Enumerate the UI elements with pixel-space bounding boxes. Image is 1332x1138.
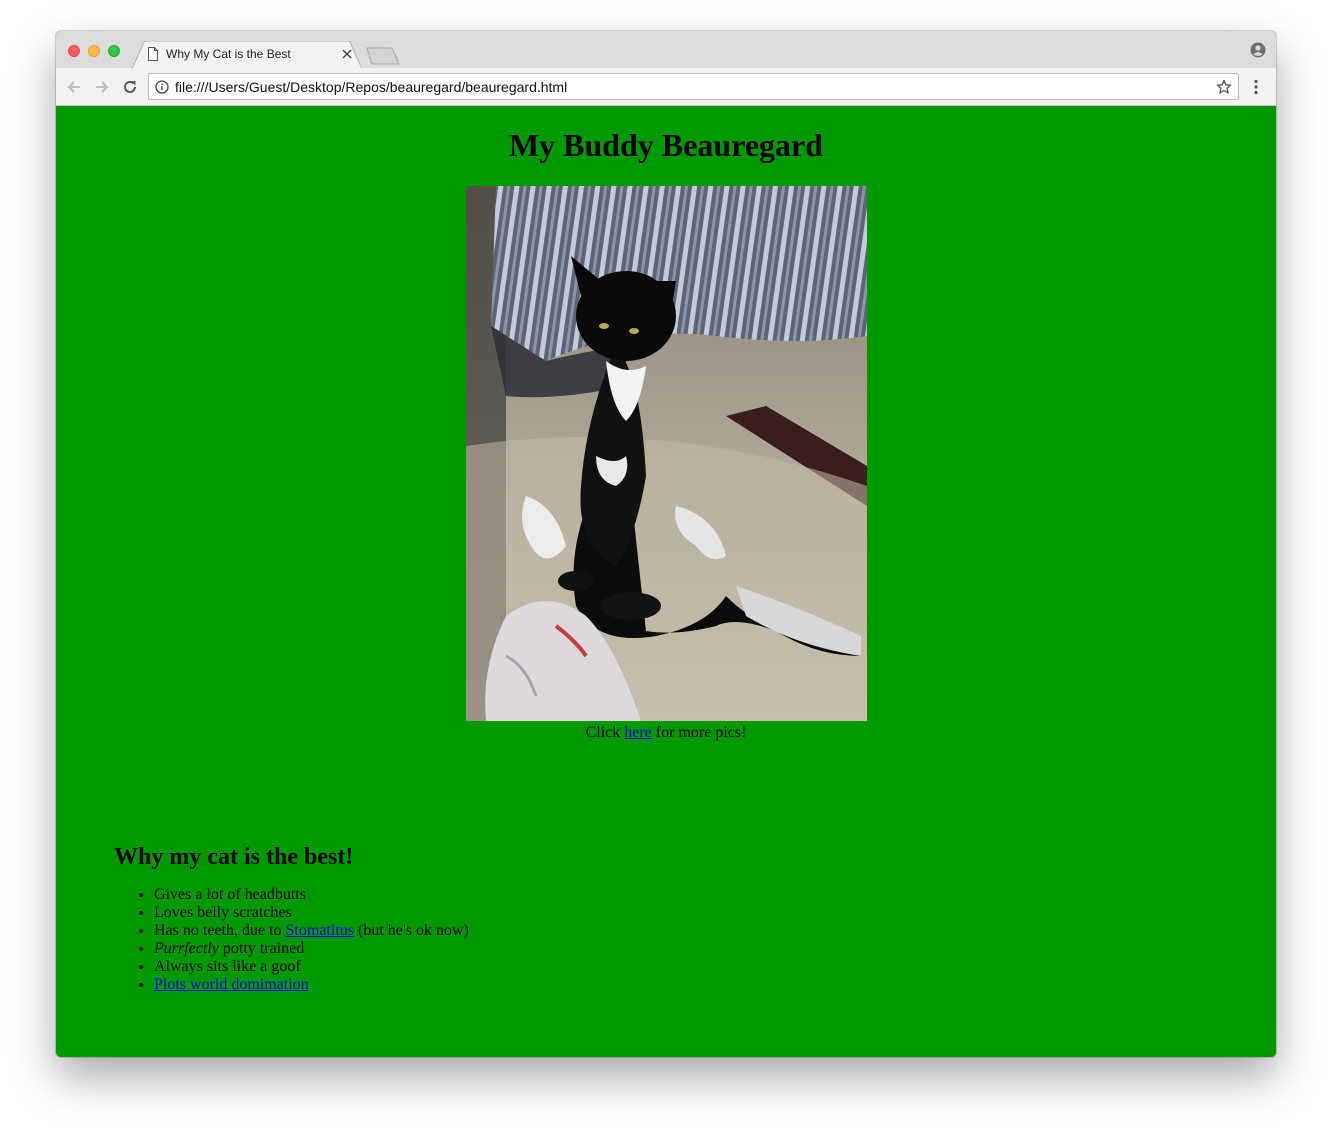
page-content: My Buddy Beauregard Click here for more … — [56, 106, 1276, 1057]
reload-icon[interactable] — [121, 78, 139, 96]
list-item: Plots world domimation — [154, 976, 469, 994]
list-item: Loves belly scratches — [154, 904, 469, 922]
list-item: Gives a lot of headbutts — [154, 886, 469, 904]
caption-text-after: for more pics! — [651, 724, 747, 741]
reason-text-after: potty trained — [218, 940, 305, 957]
tab-active[interactable]: Why My Cat is the Best — [132, 41, 362, 69]
page-title: My Buddy Beauregard — [508, 127, 824, 163]
profile-icon[interactable] — [1250, 42, 1266, 58]
list-item: Purrfectly potty trained — [154, 940, 469, 958]
reason-text-before: Has no teeth, due to — [154, 922, 286, 939]
tab-title: Why My Cat is the Best — [166, 47, 291, 61]
close-window-button[interactable] — [68, 45, 80, 57]
cat-photo — [466, 186, 867, 721]
section-heading: Why my cat is the best! — [114, 844, 354, 870]
purrfectly-emphasis: Purrfectly — [154, 940, 219, 957]
tab-strip: Why My Cat is the Best — [56, 31, 1276, 69]
caption-text-before: Click — [585, 724, 625, 741]
three-dot-menu-icon[interactable] — [1253, 79, 1259, 95]
url-text[interactable]: file:///Users/Guest/Desktop/Repos/beaure… — [175, 79, 567, 95]
reasons-list: Gives a lot of headbutts Loves belly scr… — [114, 886, 469, 994]
minimize-window-button[interactable] — [88, 45, 100, 57]
browser-window: Why My Cat is the Best file:///Users/Gue… — [56, 31, 1276, 1057]
more-pics-link[interactable]: here — [624, 724, 652, 741]
list-item: Always sits like a goof — [154, 958, 469, 976]
star-icon[interactable] — [1216, 79, 1232, 95]
back-arrow-icon[interactable] — [65, 78, 83, 96]
stomatitus-link[interactable]: Stomatitus — [286, 922, 354, 939]
reason-text-after: (but he's ok now) — [353, 922, 469, 939]
forward-arrow-icon[interactable] — [93, 78, 111, 96]
address-bar[interactable]: file:///Users/Guest/Desktop/Repos/beaure… — [148, 73, 1239, 100]
page-document-icon — [148, 47, 158, 61]
new-tab-button[interactable] — [366, 47, 400, 65]
maximize-window-button[interactable] — [108, 45, 120, 57]
browser-toolbar: file:///Users/Guest/Desktop/Repos/beaure… — [56, 68, 1276, 106]
list-item: Has no teeth, due to Stomatitus (but he'… — [154, 922, 469, 940]
photo-caption: Click here for more pics! — [56, 723, 1276, 743]
info-icon[interactable] — [155, 80, 169, 94]
close-icon[interactable] — [341, 48, 353, 60]
world-domination-link[interactable]: Plots world domimation — [154, 976, 309, 993]
